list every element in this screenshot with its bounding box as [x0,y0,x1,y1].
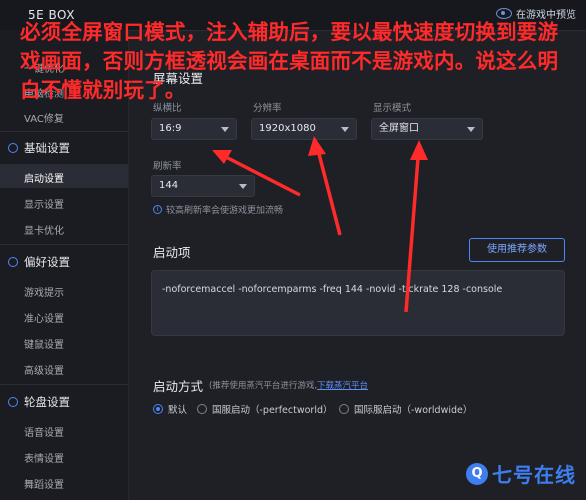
radio-selected-icon [153,404,163,414]
radio-default[interactable]: 默认 [153,402,187,416]
sidebar-divider [0,244,128,245]
resolution-value: 1920x1080 [259,123,316,134]
sidebar-group-label: 基础设置 [24,141,70,155]
annotation-text: 必须全屏窗口模式，注入辅助后，要以最快速度切换到要游戏画面，否则方框透视会画在桌… [20,20,559,102]
radio-perfectworld[interactable]: 国服启动（-perfectworld） [197,402,333,416]
watermark-text: 七号在线 [492,463,576,487]
radio-default-label: 默认 [168,405,188,416]
refresh-rate-label: 刷新率 [153,161,182,172]
chevron-down-icon [467,127,475,132]
sidebar-item-game-tips[interactable]: 游戏提示 [24,284,64,299]
sidebar-item-voice[interactable]: 语音设置 [24,424,64,439]
display-mode-value: 全屏窗口 [379,123,419,134]
aspect-ratio-value: 16:9 [159,123,182,134]
radio-worldwide-label: 国际服启动（-worldwide） [354,405,473,416]
wheel-icon [8,397,18,407]
launch-options-title: 启动项 [153,245,191,260]
chevron-down-icon [221,127,229,132]
refresh-rate-select[interactable]: 144 [151,175,255,197]
use-recommended-params-button[interactable]: 使用推荐参数 [469,238,565,262]
sidebar-group-preferences[interactable]: 偏好设置 [8,254,70,270]
radio-worldwide[interactable]: 国际服启动（-worldwide） [339,402,472,416]
radio-perfectworld-label: 国服启动（-perfectworld） [212,405,333,416]
sidebar-group-label: 偏好设置 [24,255,70,269]
launch-method-title: 启动方式 [153,379,204,394]
gear-icon [8,143,18,153]
sidebar-divider [0,384,128,385]
refresh-rate-hint-text: 较高刷新率会使游戏更加流畅 [166,206,284,216]
sidebar-item-gpu-optimize[interactable]: 显卡优化 [24,222,64,237]
display-mode-select[interactable]: 全屏窗口 [371,118,483,140]
resolution-select[interactable]: 1920x1080 [251,118,357,140]
download-steam-platform-link[interactable]: 下载蒸汽平台 [317,381,368,391]
refresh-rate-value: 144 [159,180,179,191]
preferences-icon [8,257,18,267]
sidebar-active-highlight [0,164,128,188]
sidebar-item-launch-settings[interactable]: 启动设置 [24,170,64,185]
launch-params-input[interactable]: -noforcemaccel -noforcemparms -freq 144 … [151,270,565,336]
launch-method-note: (推荐使用蒸汽平台进行游戏,下载蒸汽平台 [209,379,368,391]
aspect-ratio-select[interactable]: 16:9 [151,118,237,140]
sidebar-item-emote[interactable]: 表情设置 [24,450,64,465]
sidebar-item-vac-repair[interactable]: VAC修复 [24,110,64,125]
sidebar-item-keymouse[interactable]: 键鼠设置 [24,336,64,351]
radio-unselected-icon [339,404,349,414]
sidebar-group-basic[interactable]: 基础设置 [8,140,70,156]
sidebar-group-wheel[interactable]: 轮盘设置 [8,394,70,410]
sidebar-item-display-settings[interactable]: 显示设置 [24,196,64,211]
launch-method-note-text: (推荐使用蒸汽平台进行游戏, [209,381,318,391]
sidebar-group-label: 轮盘设置 [24,395,70,409]
watermark-logo-icon: Q [466,462,488,485]
info-icon: i [153,205,162,214]
sidebar-item-advanced[interactable]: 高级设置 [24,362,64,377]
launch-params-value: -noforcemaccel -noforcemparms -freq 144 … [162,284,503,295]
site-watermark: Q 七号在线 [466,459,576,488]
sidebar-item-dance[interactable]: 舞蹈设置 [24,476,64,491]
radio-unselected-icon [197,404,207,414]
chevron-down-icon [341,127,349,132]
refresh-rate-hint: i 较高刷新率会使游戏更加流畅 [153,203,283,216]
chevron-down-icon [239,184,247,189]
sidebar-divider [0,131,128,132]
sidebar-item-crosshair[interactable]: 准心设置 [24,310,64,325]
